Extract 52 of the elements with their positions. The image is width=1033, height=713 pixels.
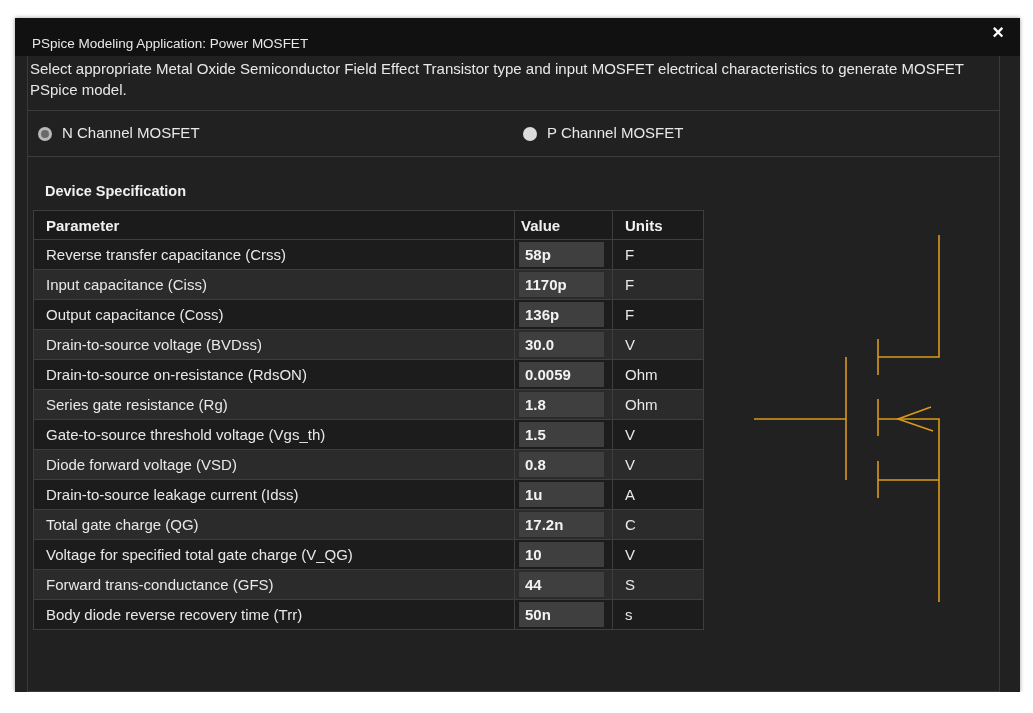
- radio-option[interactable]: P Channel MOSFET: [523, 123, 989, 141]
- table-cell: V: [612, 329, 704, 360]
- radio-button[interactable]: [523, 127, 537, 141]
- table-cell: Drain-to-source on-resistance (RdsON): [33, 359, 515, 390]
- description-text: Select appropriate Metal Oxide Semiconductor Field Effect Transistor type and input MOSFET electrical characteristics to generate MOSFET PSpice model.: [28, 56, 999, 111]
- value-input[interactable]: 0.0059: [519, 362, 604, 387]
- close-button[interactable]: ×: [990, 22, 1006, 42]
- window-title: PSpice Modeling Application: Power MOSFET: [32, 36, 309, 51]
- value-input[interactable]: 1u: [519, 482, 604, 507]
- table-cell: Series gate resistance (Rg): [33, 389, 515, 420]
- table-cell: s: [612, 599, 704, 630]
- table-cell: V: [612, 449, 704, 480]
- value-input[interactable]: 17.2n: [519, 512, 604, 537]
- table-cell: F: [612, 299, 704, 330]
- table-cell: F: [612, 269, 704, 300]
- value-input[interactable]: 10: [519, 542, 604, 567]
- table-cell: Body diode reverse recovery time (Trr): [33, 599, 515, 630]
- radio-label: N Channel MOSFET: [62, 123, 200, 141]
- table-cell: Reverse transfer capacitance (Crss): [33, 239, 515, 270]
- value-input[interactable]: 44: [519, 572, 604, 597]
- table-cell: Output capacitance (Coss): [33, 299, 515, 330]
- section-title: Device Specification: [45, 183, 188, 199]
- table-cell: Input capacitance (Ciss): [33, 269, 515, 300]
- table-cell: Voltage for specified total gate charge (V_QG): [33, 539, 515, 570]
- table-cell: Drain-to-source leakage current (Idss): [33, 479, 515, 510]
- table-cell: A: [612, 479, 704, 510]
- table-cell: Drain-to-source voltage (BVDss): [33, 329, 515, 360]
- value-input[interactable]: 1170p: [519, 272, 604, 297]
- column-header: Value: [514, 210, 613, 240]
- value-input[interactable]: 50n: [519, 602, 604, 627]
- table-cell: Total gate charge (QG): [33, 509, 515, 540]
- table-cell: S: [612, 569, 704, 600]
- radio-label: P Channel MOSFET: [547, 123, 684, 141]
- radio-button[interactable]: [38, 127, 52, 141]
- table-cell: C: [612, 509, 704, 540]
- value-input[interactable]: 1.8: [519, 392, 604, 417]
- table-cell: V: [612, 419, 704, 450]
- table-cell: F: [612, 239, 704, 270]
- column-header: Units: [612, 210, 704, 240]
- column-header: Parameter: [33, 210, 515, 240]
- value-input[interactable]: 30.0: [519, 332, 604, 357]
- table-cell: V: [612, 539, 704, 570]
- value-input[interactable]: 136p: [519, 302, 604, 327]
- table-cell: Diode forward voltage (VSD): [33, 449, 515, 480]
- table-cell: Ohm: [612, 389, 704, 420]
- value-input[interactable]: 0.8: [519, 452, 604, 477]
- table-cell: Ohm: [612, 359, 704, 390]
- table-cell: Forward trans-conductance (GFS): [33, 569, 515, 600]
- value-input[interactable]: 1.5: [519, 422, 604, 447]
- table-cell: Gate-to-source threshold voltage (Vgs_th): [33, 419, 515, 450]
- radio-option[interactable]: N Channel MOSFET: [38, 123, 523, 141]
- value-input[interactable]: 58p: [519, 242, 604, 267]
